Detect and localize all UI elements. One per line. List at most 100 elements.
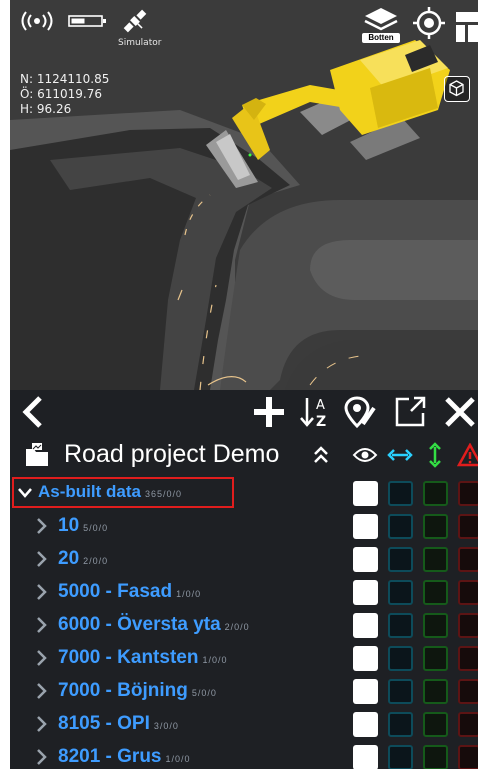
chevron-right-icon[interactable] [34, 716, 48, 732]
visibility-checkbox[interactable] [353, 481, 378, 506]
vertical-checkbox[interactable] [423, 646, 448, 671]
tree-row[interactable]: 8201 - Grus 1/0/0 [10, 740, 478, 769]
add-button[interactable] [251, 396, 287, 432]
chevron-right-icon[interactable] [34, 551, 48, 567]
tree-row[interactable]: 8105 - OPI 3/0/0 [10, 707, 478, 740]
warning-checkbox[interactable] [458, 481, 478, 506]
chevron-right-icon[interactable] [34, 683, 48, 699]
tree-item-label[interactable]: As-built data 365/0/0 [38, 482, 182, 502]
tree-item-name: 8105 - OPI [58, 713, 150, 734]
tree-item-name: As-built data [38, 482, 141, 501]
vertical-checkbox[interactable] [423, 679, 448, 704]
warning-checkbox[interactable] [458, 712, 478, 737]
tree-row[interactable]: 6000 - Översta yta 2/0/0 [10, 608, 478, 641]
data-panel: A Z Road project Demo As-built data 365/… [10, 390, 478, 769]
map-viewport[interactable]: Simulator N: 1124110.85 Ö: 611019.76 H: … [10, 0, 478, 390]
tree-row[interactable]: 7000 - Kantsten 1/0/0 [10, 641, 478, 674]
horizontal-arrows-icon[interactable] [386, 442, 414, 468]
chevron-down-icon[interactable] [18, 485, 32, 501]
visibility-checkbox[interactable] [353, 580, 378, 605]
horizontal-checkbox[interactable] [388, 481, 413, 506]
eye-icon[interactable] [351, 442, 379, 468]
chevron-right-icon[interactable] [34, 518, 48, 534]
warning-icon[interactable] [456, 442, 478, 468]
tree-item-name: 5000 - Fasad [58, 581, 173, 602]
vertical-checkbox[interactable] [423, 547, 448, 572]
horizontal-checkbox[interactable] [388, 745, 413, 769]
tree-item-label[interactable]: 5000 - Fasad 1/0/0 [58, 581, 201, 603]
warning-checkbox[interactable] [458, 547, 478, 572]
horizontal-checkbox[interactable] [388, 613, 413, 638]
vertical-checkbox[interactable] [423, 613, 448, 638]
visibility-checkbox[interactable] [353, 745, 378, 769]
tree-item-label[interactable]: 8105 - OPI 3/0/0 [58, 713, 179, 735]
height-value: H: 96.26 [20, 102, 72, 116]
tree-item-label[interactable]: 8201 - Grus 1/0/0 [58, 746, 191, 768]
double-chevron-up-icon[interactable] [312, 444, 330, 471]
panel-toolbar: A Z [10, 390, 478, 438]
chevron-right-icon[interactable] [34, 584, 48, 600]
horizontal-checkbox[interactable] [388, 547, 413, 572]
tree-row[interactable]: 5000 - Fasad 1/0/0 [10, 575, 478, 608]
horizontal-checkbox[interactable] [388, 580, 413, 605]
warning-checkbox[interactable] [458, 613, 478, 638]
plus-icon [253, 396, 285, 433]
visibility-checkbox[interactable] [353, 679, 378, 704]
data-tree: As-built data 365/0/0 10 5/0/0 20 2/0/0 5000 -… [10, 476, 478, 769]
chevron-right-icon[interactable] [34, 617, 48, 633]
layout-icon[interactable] [456, 6, 478, 49]
pen-info-button[interactable] [343, 394, 379, 435]
visibility-checkbox[interactable] [353, 646, 378, 671]
tree-item-count: 1/0/0 [202, 655, 228, 665]
sort-az-icon: A Z [298, 395, 332, 434]
tree-item-label[interactable]: 7000 - Böjning 5/0/0 [58, 680, 217, 702]
layers-button[interactable]: Botten [360, 6, 402, 46]
warning-checkbox[interactable] [458, 679, 478, 704]
tree-item-name: 6000 - Översta yta [58, 614, 221, 635]
tree-row[interactable]: 10 5/0/0 [10, 509, 478, 542]
warning-checkbox[interactable] [458, 514, 478, 539]
battery-icon [68, 14, 108, 33]
visibility-checkbox[interactable] [353, 547, 378, 572]
chevron-right-icon[interactable] [34, 749, 48, 765]
horizontal-checkbox[interactable] [388, 646, 413, 671]
horizontal-checkbox[interactable] [388, 514, 413, 539]
easting-value: Ö: 611019.76 [20, 87, 102, 101]
tree-root-row[interactable]: As-built data 365/0/0 [10, 476, 478, 509]
tree-row[interactable]: 7000 - Böjning 5/0/0 [10, 674, 478, 707]
tree-item-label[interactable]: 7000 - Kantsten 1/0/0 [58, 647, 227, 669]
coordinates-readout: N: 1124110.85 Ö: 611019.76 H: 96.26 [20, 72, 109, 117]
map-pin-pen-icon [343, 394, 379, 435]
visibility-checkbox[interactable] [353, 613, 378, 638]
vertical-checkbox[interactable] [423, 745, 448, 769]
warning-checkbox[interactable] [458, 745, 478, 769]
tree-item-label[interactable]: 6000 - Översta yta 2/0/0 [58, 614, 250, 636]
vertical-checkbox[interactable] [423, 712, 448, 737]
tree-item-label[interactable]: 20 2/0/0 [58, 548, 108, 570]
vertical-checkbox[interactable] [423, 481, 448, 506]
open-external-button[interactable] [392, 396, 428, 432]
tree-item-label[interactable]: 10 5/0/0 [58, 515, 108, 537]
external-link-icon [393, 395, 427, 434]
chevron-right-icon[interactable] [34, 650, 48, 666]
target-icon[interactable] [412, 6, 446, 45]
northing-value: N: 1124110.85 [20, 72, 110, 86]
tree-row[interactable]: 20 2/0/0 [10, 542, 478, 575]
warning-checkbox[interactable] [458, 580, 478, 605]
sort-button[interactable]: A Z [297, 396, 333, 432]
tree-item-count: 365/0/0 [144, 489, 182, 499]
horizontal-checkbox[interactable] [388, 712, 413, 737]
visibility-checkbox[interactable] [353, 712, 378, 737]
close-button[interactable] [442, 396, 478, 432]
layers-label: Botten [362, 33, 400, 43]
back-button[interactable] [14, 395, 50, 432]
vertical-arrows-icon[interactable] [421, 442, 449, 468]
3d-cube-button[interactable] [444, 76, 470, 102]
visibility-checkbox[interactable] [353, 514, 378, 539]
horizontal-checkbox[interactable] [388, 679, 413, 704]
3d-cube-icon [445, 80, 468, 104]
vertical-checkbox[interactable] [423, 580, 448, 605]
warning-checkbox[interactable] [458, 646, 478, 671]
tree-item-count: 1/0/0 [176, 589, 202, 599]
vertical-checkbox[interactable] [423, 514, 448, 539]
